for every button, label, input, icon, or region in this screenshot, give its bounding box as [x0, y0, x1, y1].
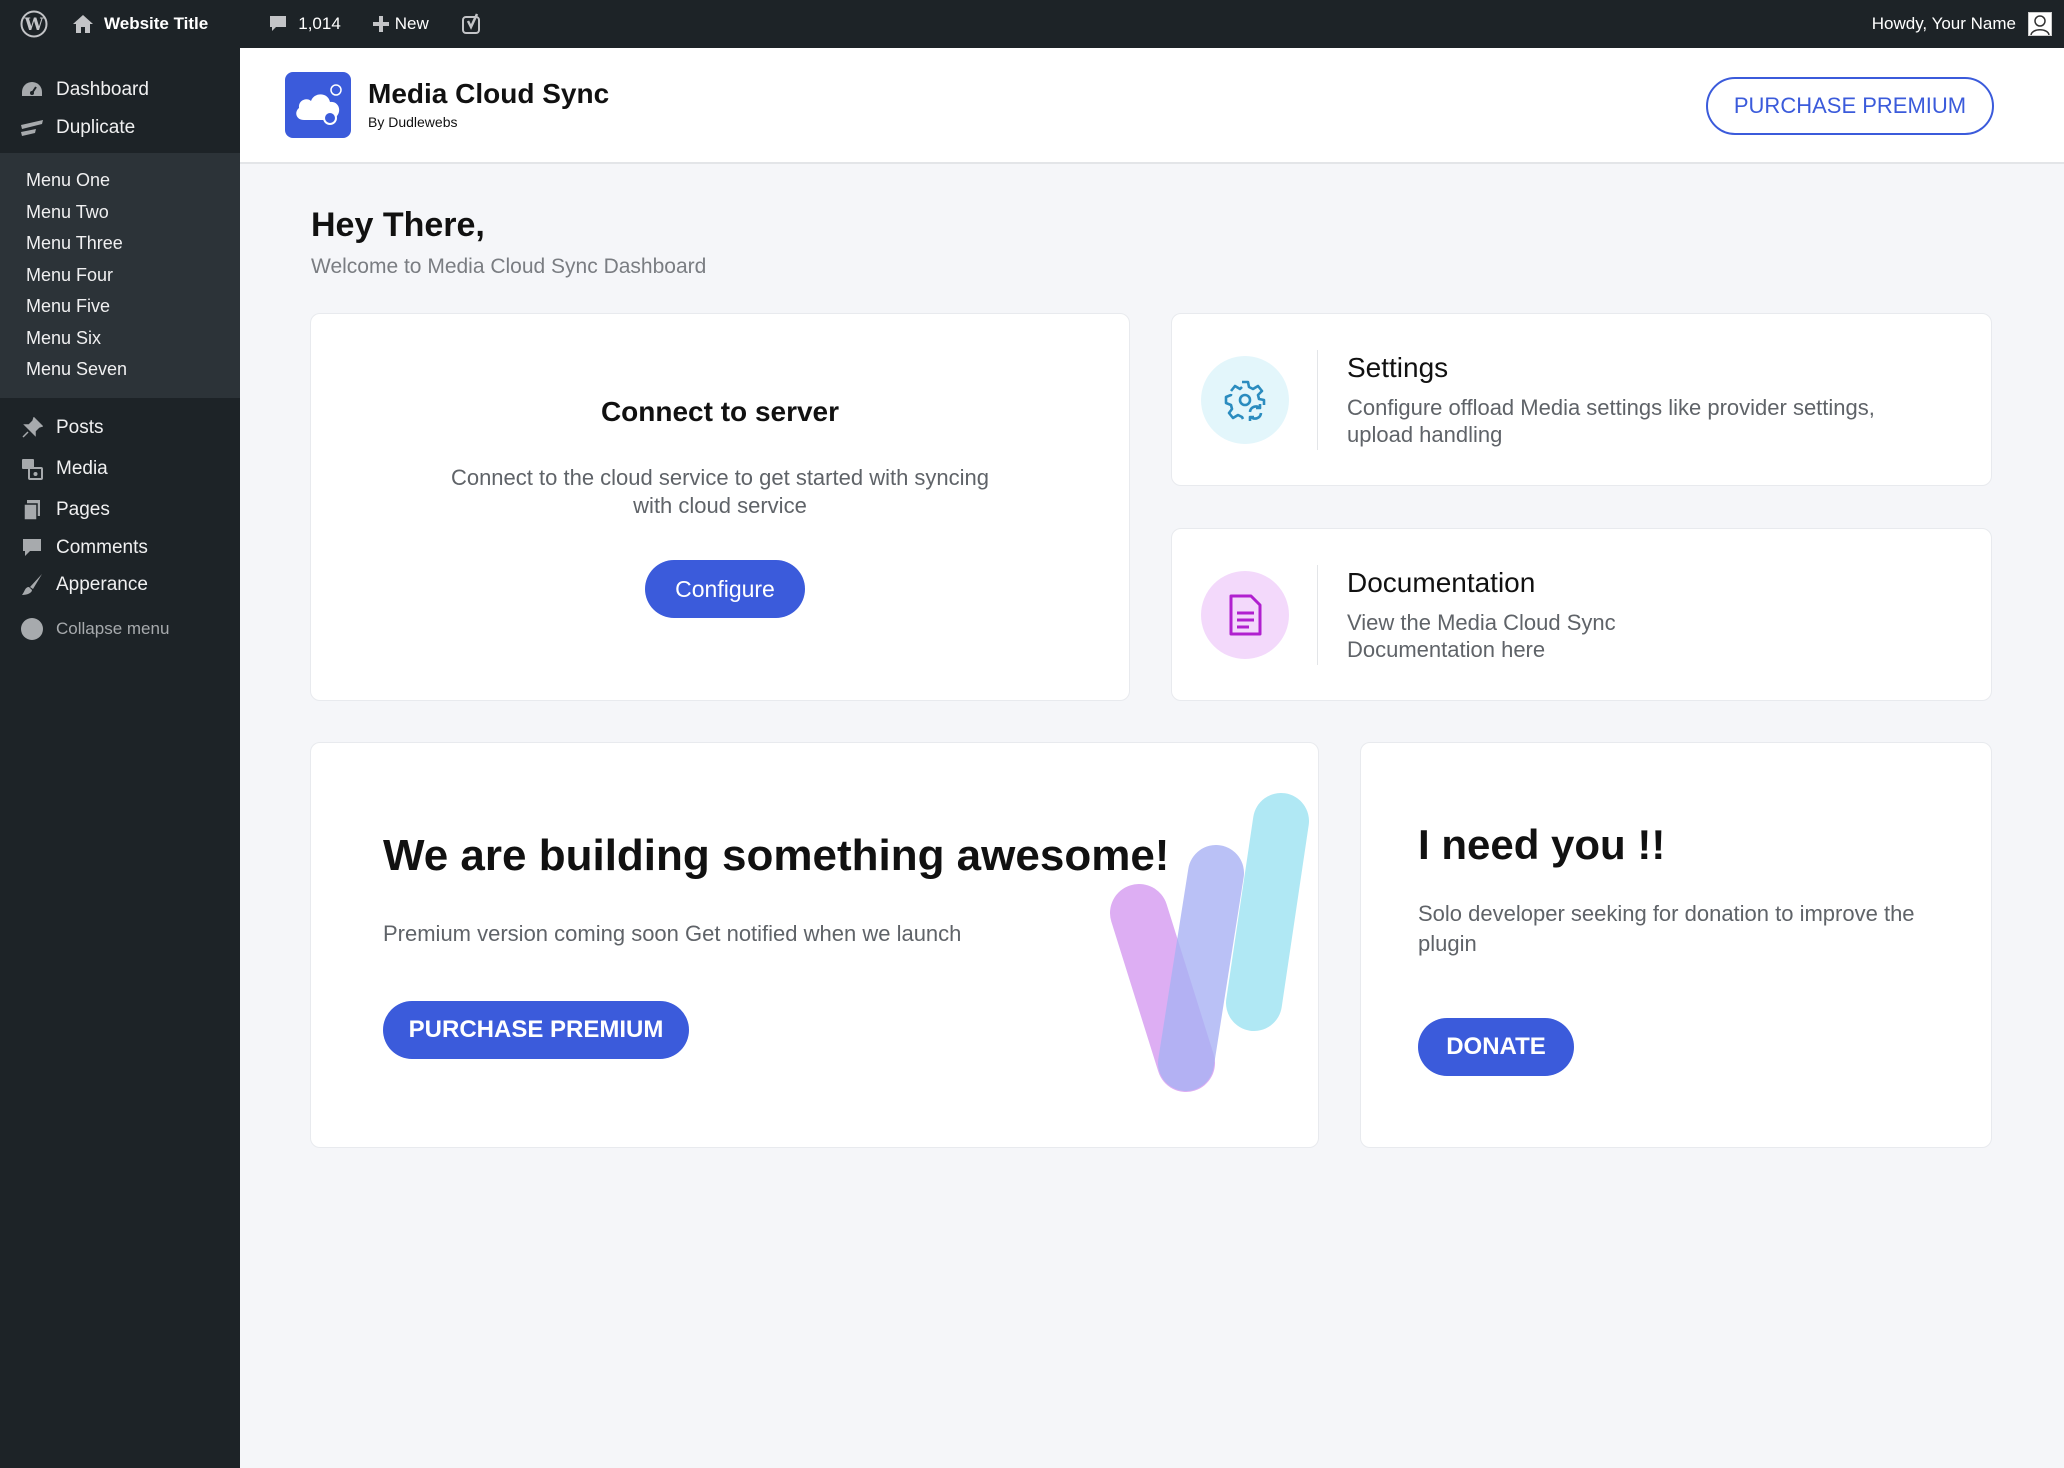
sidebar-item-comments[interactable]: Comments: [0, 531, 240, 566]
new-content-link[interactable]: New: [361, 0, 441, 48]
home-icon: [72, 14, 94, 34]
divider: [1317, 565, 1318, 665]
gear-sync-icon: [1201, 356, 1289, 444]
new-label: New: [394, 14, 429, 33]
sidebar-item-media[interactable]: Media: [0, 449, 240, 490]
divider: [1317, 350, 1318, 450]
connect-description: Connect to the cloud service to get star…: [450, 465, 990, 518]
sidebar-item-appearance[interactable]: Apperance: [0, 566, 240, 604]
promo-description: Premium version coming soon Get notified…: [383, 921, 962, 946]
sidebar-item-dashboard[interactable]: Dashboard: [0, 71, 240, 109]
connect-server-card: Connect to server Connect to the cloud s…: [310, 313, 1130, 701]
avatar: [2028, 12, 2052, 36]
site-title-link[interactable]: Website Title: [60, 0, 220, 48]
connect-title: Connect to server: [600, 396, 840, 427]
sidebar-item-label: Pages: [56, 499, 110, 520]
page-subtitle: Welcome to Media Cloud Sync Dashboard: [311, 255, 707, 278]
admin-sidebar: Dashboard Duplicate Menu One Menu Two Me…: [0, 48, 240, 1468]
purchase-premium-button[interactable]: PURCHASE PREMIUM: [383, 1001, 689, 1059]
submenu: Menu One Menu Two Menu Three Menu Four M…: [0, 153, 240, 398]
comment-bubble-icon: [20, 536, 44, 560]
account-menu[interactable]: Howdy, Your Name: [1872, 0, 2052, 48]
submenu-item[interactable]: Menu Five: [0, 291, 240, 323]
sidebar-item-pages[interactable]: Pages: [0, 490, 240, 531]
configure-button[interactable]: Configure: [645, 560, 805, 618]
settings-card[interactable]: Settings Configure offload Media setting…: [1171, 313, 1992, 486]
admin-bar: W Website Title 1,014 New Howdy, Your Na…: [0, 0, 2064, 48]
plugin-header: Media Cloud Sync By Dudlewebs PURCHASE P…: [240, 48, 2064, 164]
submenu-item[interactable]: Menu Two: [0, 197, 240, 229]
sidebar-item-label: Duplicate: [56, 117, 136, 138]
submenu-item[interactable]: Menu One: [0, 165, 240, 197]
settings-title: Settings: [1347, 352, 1449, 383]
premium-promo-card: We are building something awesome! Premi…: [310, 742, 1319, 1148]
collapse-menu-button[interactable]: Collapse menu: [0, 604, 240, 654]
collapse-label: Collapse menu: [56, 618, 170, 638]
page-title: Hey There,: [311, 206, 485, 244]
purchase-premium-button[interactable]: PURCHASE PREMIUM: [1706, 77, 1994, 135]
yoast-seo-icon[interactable]: [449, 0, 495, 48]
sidebar-item-label: Media: [56, 458, 108, 479]
promo-title: We are building something awesome!: [383, 831, 1170, 880]
sidebar-item-label: Apperance: [56, 573, 148, 595]
donate-title: I need you !!: [1418, 821, 1666, 868]
donate-button[interactable]: DONATE: [1418, 1018, 1574, 1076]
submenu-item[interactable]: Menu Three: [0, 228, 240, 260]
paintbrush-icon: [20, 573, 44, 597]
collapse-icon: [20, 617, 44, 641]
media-icon: [20, 457, 44, 481]
sidebar-item-label: Comments: [56, 537, 148, 558]
duplicate-icon: [20, 116, 44, 140]
documentation-card[interactable]: Documentation View the Media Cloud Sync …: [1171, 528, 1992, 701]
sidebar-item-posts[interactable]: Posts: [0, 408, 240, 449]
sidebar-item-label: Posts: [56, 417, 104, 438]
donate-card: I need you !! Solo developer seeking for…: [1360, 742, 1992, 1148]
submenu-item[interactable]: Menu Seven: [0, 354, 240, 386]
pages-icon: [20, 498, 44, 522]
comments-link[interactable]: 1,014: [256, 0, 353, 48]
documentation-title: Documentation: [1347, 567, 1536, 598]
documentation-description: View the Media Cloud Sync Documentation …: [1347, 610, 1616, 662]
document-icon: [1201, 571, 1289, 659]
plugin-title: Media Cloud Sync: [368, 78, 610, 109]
sidebar-item-duplicate[interactable]: Duplicate: [0, 109, 240, 147]
plus-icon: [372, 16, 389, 32]
comment-bubble-icon: [268, 15, 288, 33]
wordpress-logo-icon[interactable]: W: [0, 0, 60, 48]
submenu-item[interactable]: Menu Six: [0, 323, 240, 355]
plugin-author: By Dudlewebs: [368, 114, 458, 130]
settings-description: Configure offload Media settings like pr…: [1347, 395, 1875, 447]
cloud-logo-icon: [285, 72, 351, 138]
dashboard-icon: [20, 78, 44, 102]
site-title: Website Title: [104, 14, 209, 33]
submenu-item[interactable]: Menu Four: [0, 260, 240, 292]
pushpin-icon: [20, 416, 44, 440]
sidebar-item-label: Dashboard: [56, 79, 149, 100]
donate-description: Solo developer seeking for donation to i…: [1418, 901, 1915, 956]
howdy-text: Howdy, Your Name: [1871, 14, 2016, 33]
comments-count: 1,014: [298, 14, 341, 33]
svg-text:W: W: [23, 15, 44, 35]
